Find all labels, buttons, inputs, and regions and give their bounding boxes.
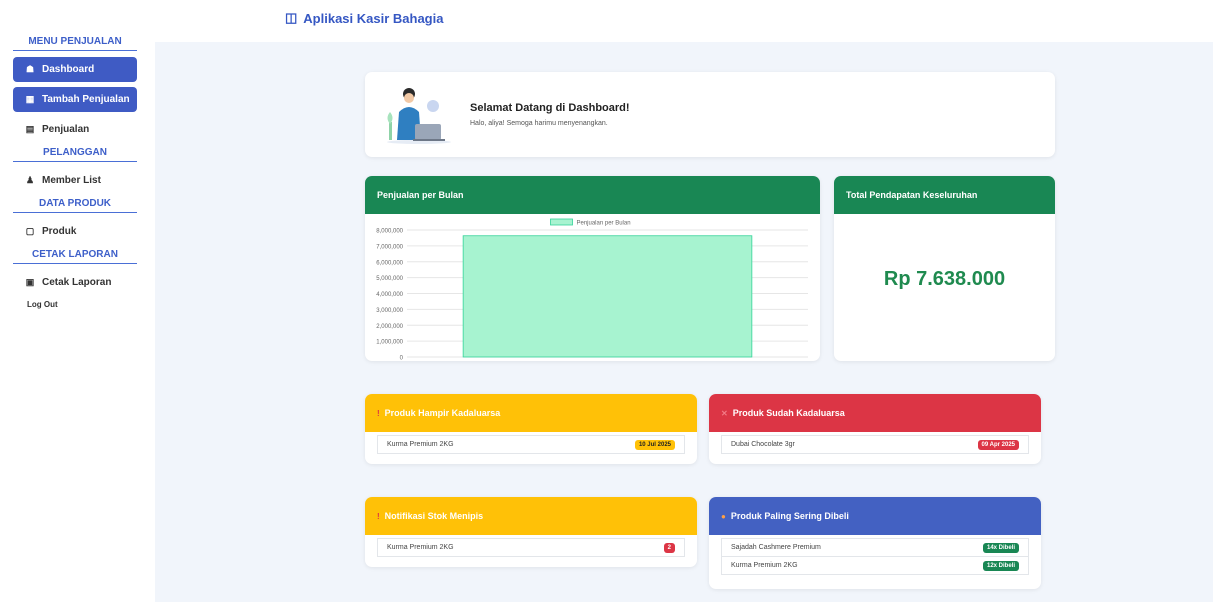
section-title-cetak-laporan: CETAK LAPORAN bbox=[13, 249, 137, 264]
low-stock-card: ! Notifikasi Stok Menipis Kurma Premium … bbox=[365, 497, 697, 567]
sales-chart-title: Penjualan per Bulan bbox=[377, 190, 464, 200]
product-name: Kurma Premium 2KG bbox=[387, 544, 454, 551]
y-tick-label: 6,000,000 bbox=[376, 260, 403, 266]
revenue-value: Rp 7.638.000 bbox=[883, 268, 1006, 290]
sidebar-item-cetak-laporan[interactable]: ▣ Cetak Laporan bbox=[13, 270, 137, 295]
sidebar: MENU PENJUALAN ☗ Dashboard ▦ Tambah Penj… bbox=[0, 0, 150, 602]
sidebar-item-label: Produk bbox=[42, 226, 77, 237]
y-tick-label: 5,000,000 bbox=[376, 276, 403, 282]
warning-icon: ! bbox=[377, 408, 380, 418]
list-item: Kurma Premium 2KG 2 bbox=[377, 538, 685, 557]
section-title-menu-penjualan: MENU PENJUALAN bbox=[13, 36, 137, 51]
y-tick-label: 7,000,000 bbox=[376, 244, 403, 250]
main-content: Selamat Datang di Dashboard! Halo, aliya… bbox=[155, 42, 1213, 602]
y-tick-label: 4,000,000 bbox=[376, 292, 403, 298]
person-laptop-illustration-icon bbox=[387, 88, 451, 144]
purchase-count-badge: 12x Dibeli bbox=[982, 560, 1019, 571]
welcome-title: Selamat Datang di Dashboard! bbox=[470, 102, 630, 114]
y-tick-label: 8,000,000 bbox=[376, 229, 403, 235]
expired-header: ✕ Produk Sudah Kadaluarsa bbox=[709, 394, 1041, 432]
logout-link[interactable]: Log Out bbox=[27, 300, 150, 309]
sales-bar-chart: 0 1,000,000 2,000,000 3,000,000 4,000,000 5,0… bbox=[376, 218, 808, 362]
fire-icon: ● bbox=[721, 511, 726, 521]
list-item: Sajadah Cashmere Premium 14x Dibeli bbox=[721, 538, 1029, 557]
users-icon: ♟ bbox=[25, 175, 35, 185]
legend-label: Penjualan per Bulan bbox=[577, 221, 631, 227]
box-icon: ▢ bbox=[25, 226, 35, 236]
list-item: Dubai Chocolate 3gr 09 Apr 2025 bbox=[721, 435, 1029, 454]
section-title-pelanggan: PELANGGAN bbox=[13, 147, 137, 162]
expired-title: Produk Sudah Kadaluarsa bbox=[732, 408, 845, 418]
y-tick-label: 3,000,000 bbox=[376, 308, 403, 314]
grid-icon: ▦ bbox=[25, 94, 35, 104]
stock-badge: 2 bbox=[663, 542, 675, 553]
sidebar-item-label: Cetak Laporan bbox=[42, 277, 112, 288]
near-expiry-card: ! Produk Hampir Kadaluarsa Kurma Premium… bbox=[365, 394, 697, 464]
purchase-count-badge: 14x Dibeli bbox=[982, 542, 1019, 553]
sidebar-item-label: Dashboard bbox=[42, 64, 95, 75]
sidebar-item-dashboard[interactable]: ☗ Dashboard bbox=[13, 57, 137, 82]
low-stock-header: ! Notifikasi Stok Menipis bbox=[365, 497, 697, 535]
home-icon: ☗ bbox=[25, 64, 35, 74]
y-tick-label: 2,000,000 bbox=[376, 324, 403, 330]
cash-register-icon: ◫ bbox=[285, 10, 298, 25]
app-title: ◫ Aplikasi Kasir Bahagia bbox=[285, 10, 443, 26]
top-header: ◫ Aplikasi Kasir Bahagia bbox=[150, 0, 1213, 40]
app-title-text: Aplikasi Kasir Bahagia bbox=[303, 10, 444, 26]
x-icon: ✕ bbox=[721, 408, 728, 418]
expiry-badge: 10 Jul 2025 bbox=[634, 439, 675, 450]
revenue-title: Total Pendapatan Keseluruhan bbox=[846, 190, 978, 200]
bar bbox=[462, 235, 753, 358]
section-title-data-produk: DATA PRODUK bbox=[13, 198, 137, 213]
product-name: Dubai Chocolate 3gr bbox=[731, 441, 795, 448]
warning-icon: ! bbox=[377, 511, 380, 521]
legend-swatch bbox=[550, 218, 573, 226]
near-expiry-header: ! Produk Hampir Kadaluarsa bbox=[365, 394, 697, 432]
expired-card: ✕ Produk Sudah Kadaluarsa Dubai Chocolat… bbox=[709, 394, 1041, 464]
expired-badge: 09 Apr 2025 bbox=[977, 439, 1019, 450]
sidebar-item-label: Tambah Penjualan bbox=[42, 94, 130, 105]
sidebar-item-tambah-penjualan[interactable]: ▦ Tambah Penjualan bbox=[13, 87, 137, 112]
list-item: Kurma Premium 2KG 10 Jul 2025 bbox=[377, 435, 685, 454]
welcome-card: Selamat Datang di Dashboard! Halo, aliya… bbox=[365, 72, 1055, 157]
product-name: Kurma Premium 2KG bbox=[387, 441, 454, 448]
best-seller-header: ● Produk Paling Sering Dibeli bbox=[709, 497, 1041, 535]
best-seller-card: ● Produk Paling Sering Dibeli Sajadah Ca… bbox=[709, 497, 1041, 589]
sales-chart-card: Penjualan per Bulan 0 1,000,000 2,000,000 3… bbox=[365, 176, 820, 361]
calendar-icon: ▣ bbox=[25, 277, 35, 287]
document-icon: ▤ bbox=[25, 124, 35, 134]
near-expiry-title: Produk Hampir Kadaluarsa bbox=[384, 408, 501, 418]
welcome-subtitle: Halo, aliya! Semoga harimu menyenangkan. bbox=[470, 120, 608, 127]
sidebar-item-produk[interactable]: ▢ Produk bbox=[13, 219, 137, 244]
revenue-card: Total Pendapatan Keseluruhan Rp 7.638.00… bbox=[834, 176, 1055, 361]
y-tick-label: 1,000,000 bbox=[376, 340, 403, 346]
revenue-header: Total Pendapatan Keseluruhan bbox=[834, 176, 1055, 214]
best-seller-title: Produk Paling Sering Dibeli bbox=[730, 511, 849, 521]
y-tick-label: 0 bbox=[400, 356, 404, 362]
sidebar-item-label: Penjualan bbox=[42, 124, 90, 135]
list-item: Kurma Premium 2KG 12x Dibeli bbox=[721, 556, 1029, 575]
product-name: Sajadah Cashmere Premium bbox=[731, 544, 821, 551]
low-stock-title: Notifikasi Stok Menipis bbox=[384, 511, 484, 521]
product-name: Kurma Premium 2KG bbox=[731, 562, 798, 569]
sidebar-item-member-list[interactable]: ♟ Member List bbox=[13, 168, 137, 193]
sidebar-item-penjualan[interactable]: ▤ Penjualan bbox=[13, 117, 137, 142]
sales-chart-header: Penjualan per Bulan bbox=[365, 176, 820, 214]
sidebar-item-label: Member List bbox=[42, 175, 101, 186]
